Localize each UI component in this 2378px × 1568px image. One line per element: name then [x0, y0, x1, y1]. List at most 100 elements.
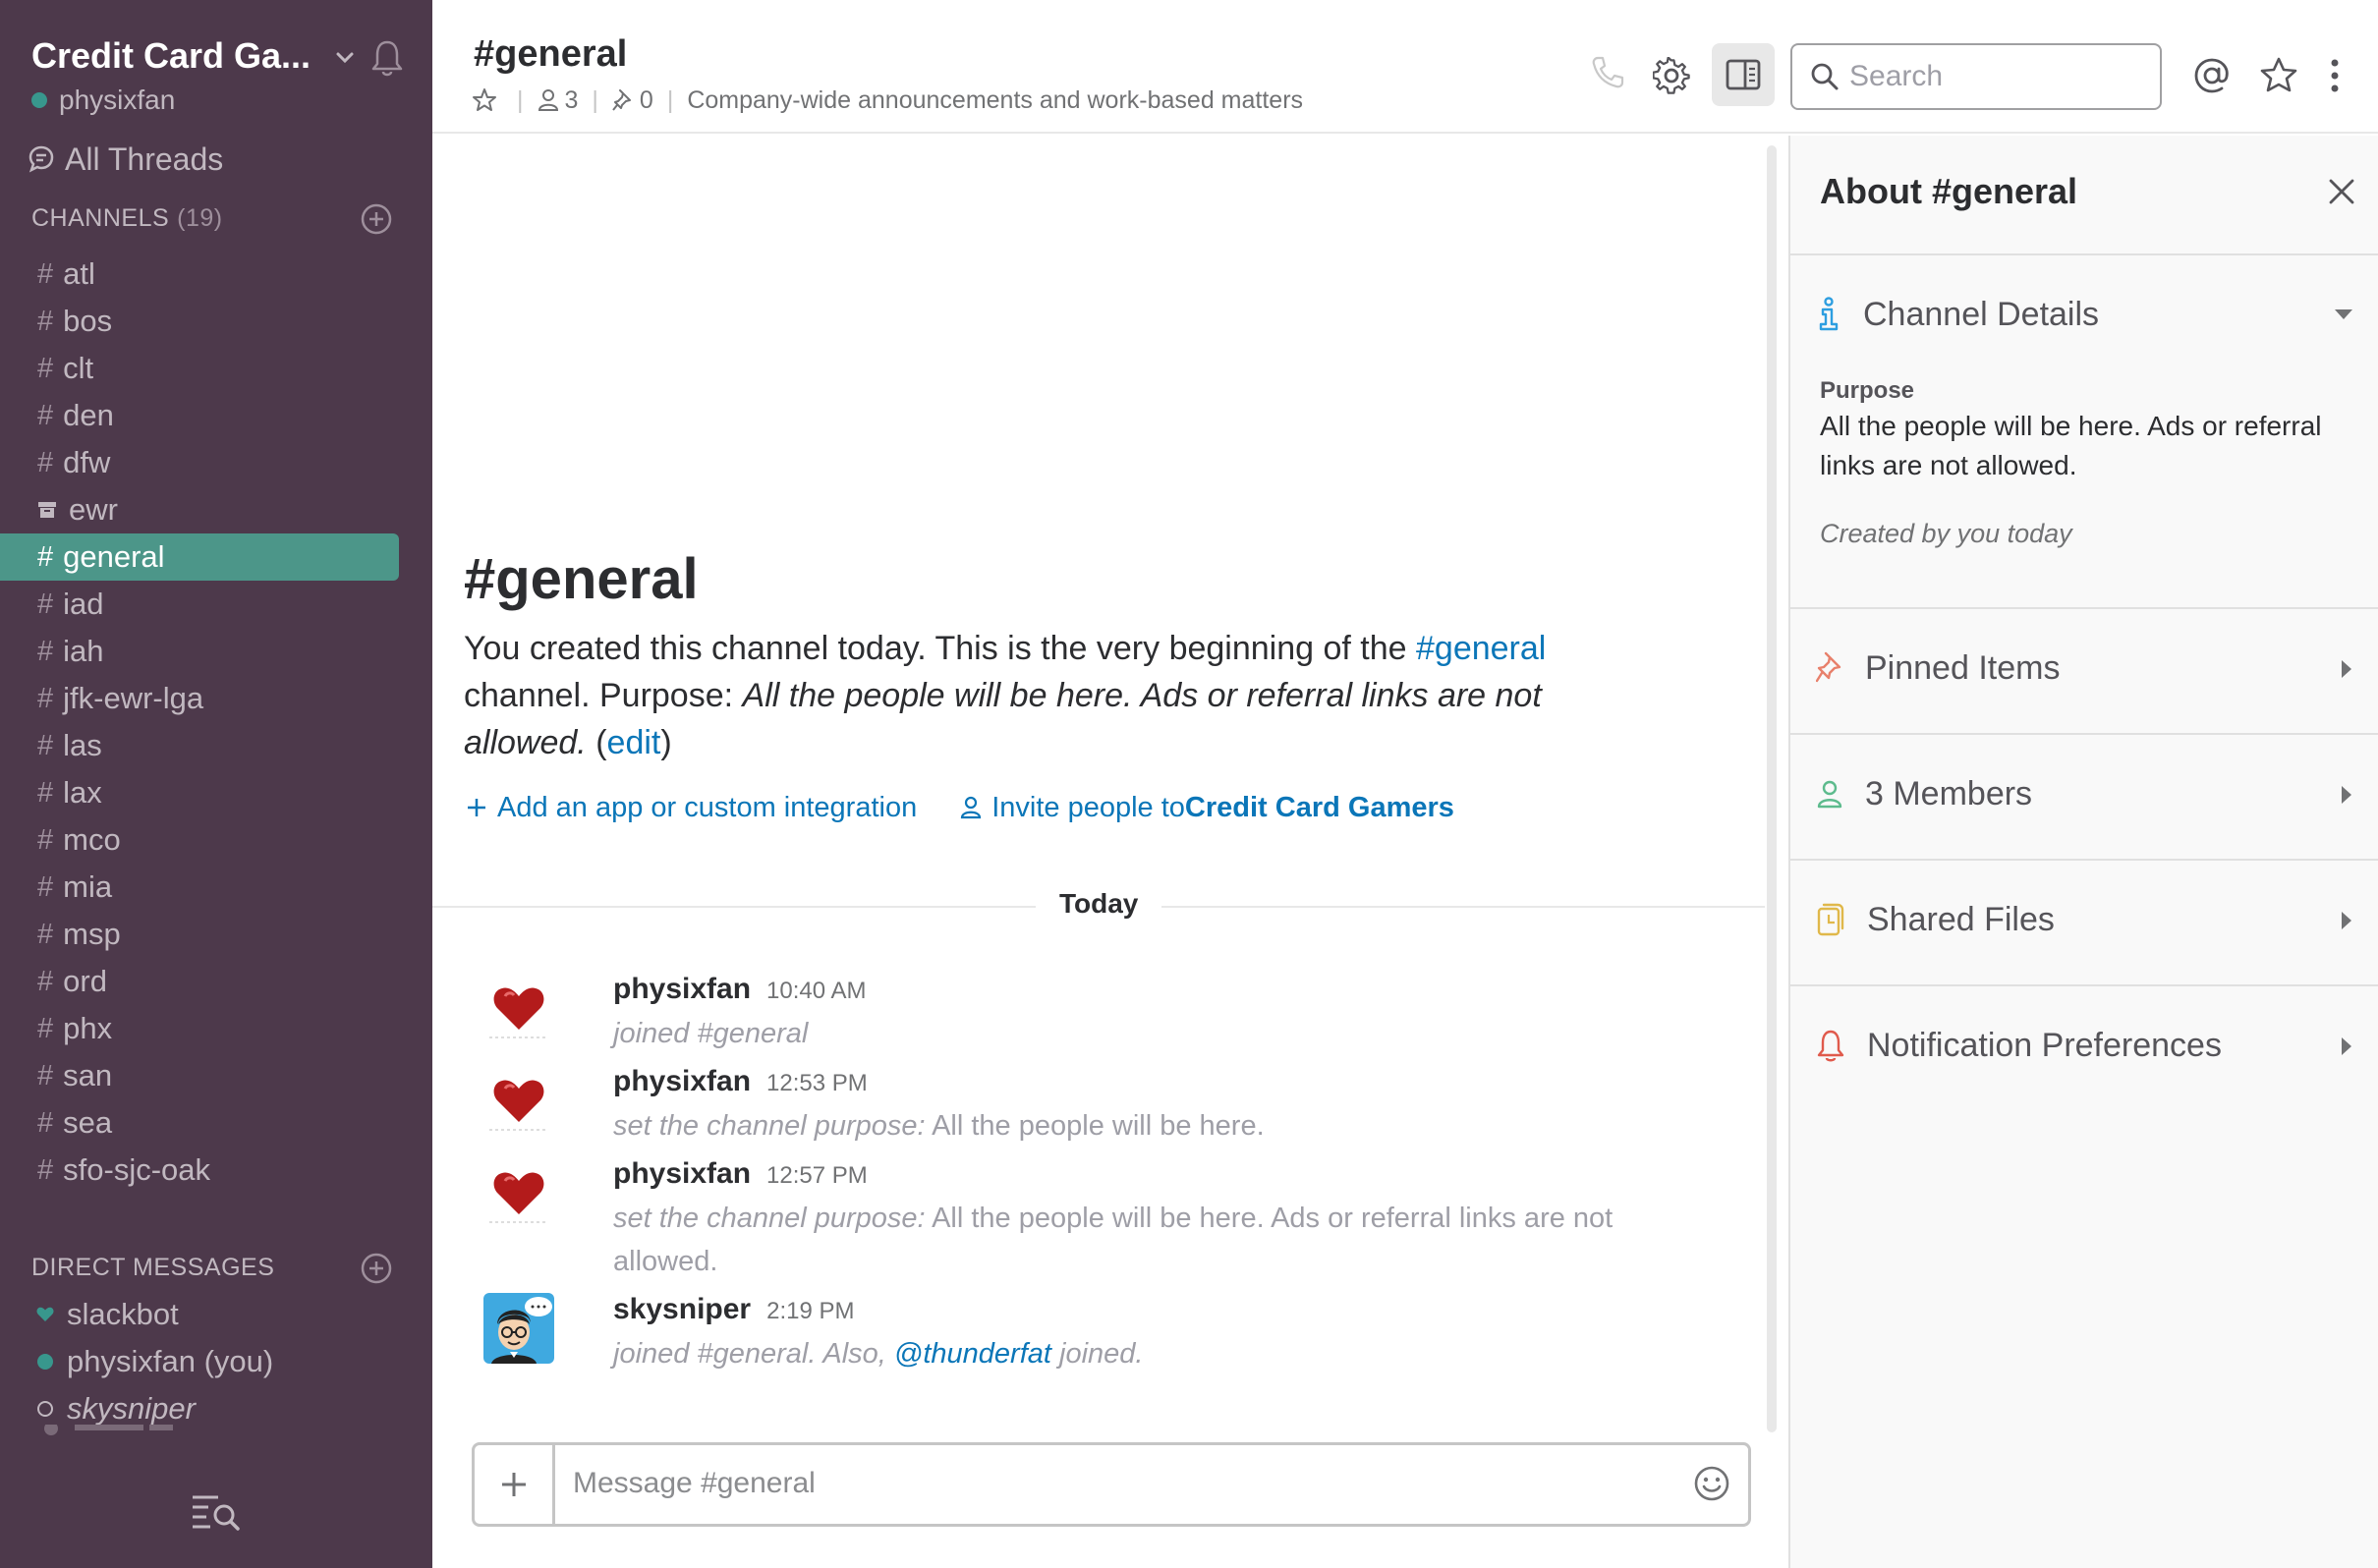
cartoon-avatar-icon: [483, 1293, 554, 1364]
pin-count[interactable]: 0: [640, 86, 653, 115]
add-dm-icon[interactable]: [360, 1252, 393, 1285]
team-name[interactable]: Credit Card Ga...: [31, 35, 311, 77]
starred-items-icon[interactable]: [2260, 57, 2297, 94]
channel-item-dfw[interactable]: # dfw: [0, 439, 432, 486]
message-timestamp[interactable]: 12:57 PM: [766, 1162, 868, 1190]
avatar[interactable]: [483, 1065, 554, 1136]
hash-icon: #: [37, 588, 54, 620]
channel-name: bos: [63, 304, 113, 338]
star-icon[interactable]: [472, 87, 497, 113]
quick-switcher-icon[interactable]: [189, 1489, 242, 1533]
threads-icon: [28, 145, 54, 173]
message-author[interactable]: skysniper: [613, 1293, 751, 1326]
notification-preferences-section[interactable]: Notification Preferences: [1816, 1016, 2366, 1075]
channel-item-lax[interactable]: # lax: [0, 769, 432, 816]
dm-item-slackbot[interactable]: slackbot: [0, 1291, 432, 1338]
channel-link[interactable]: #general: [1416, 630, 1546, 667]
channel-name: phx: [63, 1011, 113, 1045]
invite-people-link[interactable]: Invite people to Credit Card Gamers: [960, 792, 1454, 824]
avatar[interactable]: [483, 1293, 554, 1364]
hash-icon: #: [37, 1153, 54, 1186]
close-icon[interactable]: [2325, 175, 2358, 208]
all-threads-label: All Threads: [65, 140, 224, 177]
current-user-name: physixfan: [59, 84, 176, 115]
channel-item-clt[interactable]: # clt: [0, 345, 432, 392]
channel-item-den[interactable]: # den: [0, 392, 432, 439]
add-channel-icon[interactable]: [360, 202, 393, 236]
members-section[interactable]: 3 Members: [1816, 764, 2366, 823]
message-author[interactable]: physixfan: [613, 1065, 751, 1098]
chevron-down-icon[interactable]: [328, 41, 362, 75]
channel-item-iad[interactable]: # iad: [0, 581, 432, 628]
channel-item-san[interactable]: # san: [0, 1052, 432, 1099]
message-input[interactable]: Message #general: [573, 1467, 816, 1500]
channel-name: sfo-sjc-oak: [63, 1152, 211, 1187]
channel-item-phx[interactable]: # phx: [0, 1005, 432, 1052]
message-author[interactable]: physixfan: [613, 1157, 751, 1191]
channel-item-general[interactable]: # general: [0, 533, 399, 581]
channel-item-ord[interactable]: # ord: [0, 958, 432, 1005]
shared-files-section[interactable]: Shared Files: [1816, 890, 2366, 949]
pinned-items-section[interactable]: Pinned Items: [1816, 639, 2366, 698]
channel-item-atl[interactable]: # atl: [0, 251, 432, 298]
search-placeholder: Search: [1849, 60, 1944, 92]
user-mention[interactable]: @thunderfat: [894, 1338, 1051, 1370]
emoji-icon[interactable]: [1693, 1465, 1730, 1502]
search-input[interactable]: Search: [1790, 43, 2162, 110]
channel-title[interactable]: #general: [474, 33, 627, 76]
bell-icon[interactable]: [368, 37, 407, 79]
message-author[interactable]: physixfan: [613, 973, 751, 1006]
scrollbar[interactable]: [1767, 145, 1777, 1432]
message-timestamp[interactable]: 12:53 PM: [766, 1070, 868, 1097]
hash-icon: #: [37, 776, 54, 809]
channel-item-sfo-sjc-oak[interactable]: # sfo-sjc-oak: [0, 1147, 432, 1194]
channel-item-ewr[interactable]: ewr: [0, 486, 432, 533]
caret-right-icon: [2342, 912, 2351, 929]
more-options-icon[interactable]: [2329, 57, 2341, 94]
add-app-link[interactable]: Add an app or custom integration: [466, 792, 917, 824]
created-by: Created by you today: [1820, 519, 2072, 548]
channel-topic[interactable]: Company-wide announcements and work-base…: [687, 86, 1303, 115]
channels-header[interactable]: CHANNELS (19): [31, 198, 393, 238]
channel-item-sea[interactable]: # sea: [0, 1099, 432, 1147]
notification-preferences-label: Notification Preferences: [1867, 1026, 2222, 1064]
channels-header-label: CHANNELS: [31, 203, 170, 232]
channel-item-bos[interactable]: # bos: [0, 298, 432, 345]
mentions-icon[interactable]: [2193, 57, 2231, 94]
dm-item-physixfan[interactable]: physixfan (you): [0, 1338, 432, 1385]
message-body: physixfan 12:57 PM set the channel purpo…: [613, 1157, 1714, 1283]
dm-list: slackbot physixfan (you) skysniper: [0, 1291, 432, 1432]
divider: [1790, 859, 2378, 861]
avatar[interactable]: [483, 973, 554, 1043]
dm-name: skysniper: [67, 1391, 196, 1426]
person-icon: [961, 796, 982, 819]
all-threads-link[interactable]: All Threads: [28, 138, 223, 181]
phone-icon[interactable]: [1590, 55, 1625, 90]
channel-item-jfk-ewr-lga[interactable]: # jfk-ewr-lga: [0, 675, 432, 722]
sidebar: Credit Card Ga... physixfan All Threads …: [0, 0, 432, 1568]
hash-icon: #: [37, 1106, 54, 1139]
message-timestamp[interactable]: 10:40 AM: [766, 978, 866, 1005]
presence-active-icon: [35, 1354, 55, 1370]
toggle-details-button[interactable]: [1712, 43, 1775, 106]
direct-messages-header[interactable]: DIRECT MESSAGES: [31, 1248, 393, 1287]
member-count[interactable]: 3: [565, 86, 579, 115]
message-system-text: set the channel purpose:: [613, 1203, 926, 1234]
channel-item-mco[interactable]: # mco: [0, 816, 432, 864]
current-user[interactable]: physixfan: [31, 83, 175, 118]
channel-item-las[interactable]: # las: [0, 722, 432, 769]
presence-active-icon: [31, 92, 47, 108]
gear-icon[interactable]: [1653, 57, 1690, 94]
edit-link[interactable]: edit: [607, 724, 661, 761]
channel-item-mia[interactable]: # mia: [0, 864, 432, 911]
channel-item-iah[interactable]: # iah: [0, 628, 432, 675]
message-body: physixfan 10:40 AM joined #general: [613, 973, 1714, 1055]
channel-item-msp[interactable]: # msp: [0, 911, 432, 958]
caret-right-icon: [2342, 1037, 2351, 1055]
message-timestamp[interactable]: 2:19 PM: [766, 1298, 854, 1325]
team-menu[interactable]: Credit Card Ga...: [31, 35, 405, 84]
direct-messages-label: DIRECT MESSAGES: [31, 1253, 275, 1281]
attach-button[interactable]: [475, 1445, 555, 1524]
channel-details-section[interactable]: Channel Details: [1816, 285, 2366, 344]
avatar[interactable]: [483, 1157, 554, 1228]
